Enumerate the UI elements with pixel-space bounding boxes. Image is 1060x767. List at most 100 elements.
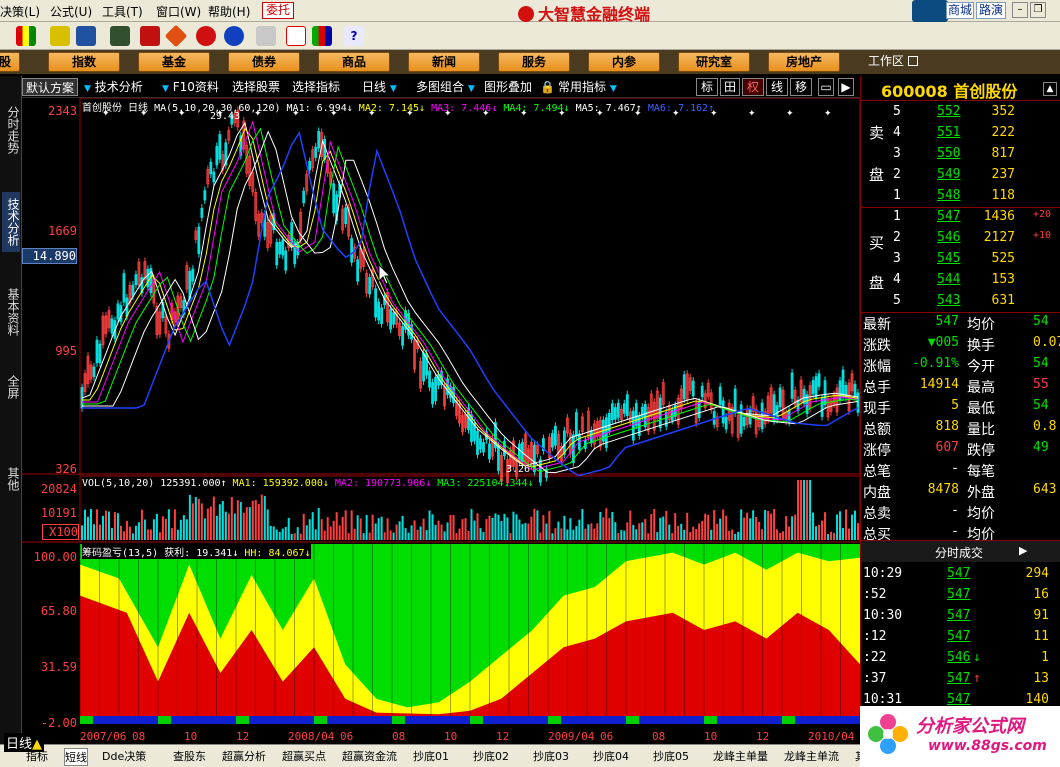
side-tab-timeshare[interactable]: 分时走势 [2,100,20,160]
workarea-label[interactable]: 工作区 [868,52,918,69]
bottom-tab[interactable]: 指标 [26,748,48,764]
weituo-button[interactable]: 委托 [262,2,294,19]
books-icon[interactable] [312,26,332,46]
menu-help[interactable]: 帮助(H) [208,3,250,20]
grid-toggle-button[interactable]: 田 [720,78,740,96]
side-tab-fullscreen[interactable]: 全屏 [2,372,20,402]
ask-row[interactable]: 1 548 118 [861,186,1060,207]
window-icon[interactable] [286,26,306,46]
roadshow-button[interactable]: 路演 [976,2,1006,19]
nav-tab-stocks[interactable]: 股 [0,52,20,72]
select-stock-tab[interactable]: 选择股票 [232,78,280,96]
nav-tab-commodity[interactable]: 商品 [318,52,390,72]
move-button[interactable]: 移 [790,78,812,96]
side-tab-technical[interactable]: 技术分析 [2,192,20,252]
ticks-expand-icon[interactable]: ▶ [1019,544,1027,557]
ask-row[interactable]: 2 549 237 [861,165,1060,186]
bottom-tab[interactable]: 抄底05 [653,748,689,764]
grid-icon[interactable] [110,26,130,46]
nav-tab-service[interactable]: 服务 [498,52,570,72]
mall-button[interactable]: 商城 [946,2,974,19]
volume-bar [635,529,638,540]
diamond-icon[interactable] [164,24,188,48]
print-icon[interactable] [256,26,276,46]
bottom-tab[interactable]: 超赢买点 [282,748,326,764]
side-tab-other[interactable]: 其他 [2,464,20,494]
bottom-tab[interactable]: 抄底04 [593,748,629,764]
bid-row[interactable]: 4 544 153 [861,270,1060,291]
bottom-tab[interactable]: 抄底01 [413,748,449,764]
volume-bar [734,533,737,540]
bid-row[interactable]: 2 546 2127 +10 [861,228,1060,249]
bid-row[interactable]: 1 547 1436 +20 [861,207,1060,228]
f10-tab[interactable]: ▼ F10资料 [162,78,219,96]
chart-area[interactable]: ✦ ✦ ✦ ✦ ✦ ✦ ✦ ✦ ✦ ✦ ✦ ✦ ✦ ✦ ✦ ✦ ✦ ✦ ✦ ✦ 2343 1669 995 326 1… [22,98,860,744]
news-icon[interactable] [140,26,160,46]
menu-window[interactable]: 窗口(W) [156,3,201,20]
bid-row[interactable]: 3 545 525 [861,249,1060,270]
kline-chart[interactable]: ✦ ✦ ✦ ✦ ✦ ✦ ✦ ✦ ✦ ✦ ✦ ✦ ✦ ✦ ✦ ✦ ✦ ✦ ✦ ✦ [22,98,860,744]
bottom-tab[interactable]: 短线 [64,748,88,766]
bottom-tab[interactable]: 抄底03 [533,748,569,764]
bottom-tab[interactable]: 龙峰主单流 [784,748,839,764]
ask-row[interactable]: 3 550 817 [861,144,1060,165]
volume-bar [329,526,332,540]
period-daily-tab[interactable]: 日线 ▼ [362,78,397,96]
pill-icon[interactable] [196,26,216,46]
overlay-tab[interactable]: 图形叠加 [484,78,532,96]
line-button[interactable]: 线 [766,78,788,96]
workarea-close-icon[interactable] [907,56,918,66]
nav-tab-fund[interactable]: 基金 [138,52,210,72]
next-icon[interactable]: ▶ [838,78,854,96]
bottom-tab[interactable]: 查股东 [173,748,206,764]
binoculars-icon[interactable] [76,26,96,46]
volume-bar [578,519,581,540]
bottom-tab[interactable]: 超赢资金流 [342,748,397,764]
clock-icon[interactable] [224,26,244,46]
nav-tab-insider[interactable]: 内参 [588,52,660,72]
quote-icon[interactable] [16,26,36,46]
candle-body [712,411,716,425]
volume-bar [365,514,368,540]
menu-tools[interactable]: 工具(T) [102,3,143,20]
window-toggle-icon[interactable]: ▭ [818,78,834,96]
common-indicators-tab[interactable]: 常用指标 ▼ [558,78,617,96]
volume-bar [449,514,452,540]
bottom-tab[interactable]: 抄底02 [473,748,509,764]
nav-tab-news[interactable]: 新闻 [408,52,480,72]
minimize-icon[interactable]: – [1012,2,1028,18]
bottom-tab[interactable]: 龙峰主单量 [713,748,768,764]
nav-tab-bond[interactable]: 债券 [228,52,300,72]
tick-price: 546 [947,650,971,665]
bottom-tab[interactable]: Dde决策 [102,748,146,764]
select-indicator-tab[interactable]: 选择指标 [292,78,340,96]
candle-body [553,425,557,446]
nav-tab-index[interactable]: 指数 [48,52,120,72]
volume-bar [233,513,236,540]
side-tab-fundamental[interactable]: 基本资料 [2,282,20,342]
scheme-tab[interactable]: 默认方案 [22,78,79,96]
ticks-header[interactable]: 分时成交 ▶ [861,540,1060,562]
lock-icon[interactable]: 🔒 [540,78,555,96]
help-cursor-icon[interactable]: ? [344,26,364,46]
cloud-icon[interactable] [912,0,948,22]
stat-value: 54 [1033,356,1049,371]
menu-formula[interactable]: 公式(U) [50,3,92,20]
bottom-tab[interactable]: 超赢分析 [222,748,266,764]
volume-bar [548,511,551,540]
mark-button[interactable]: 标 [696,78,718,96]
signal-strip-cell [678,716,691,724]
panel-scroll-icon[interactable]: ▲ [1043,82,1057,96]
technical-analysis-tab[interactable]: ▼ 技术分析 [84,78,143,96]
rights-button[interactable]: 权 [742,78,764,96]
bid-row[interactable]: 5 543 631 [861,291,1060,312]
restore-icon[interactable]: ❐ [1030,2,1046,18]
nav-tab-research[interactable]: 研究室 [678,52,750,72]
menu-decision[interactable]: 决策(L) [0,3,40,20]
nav-tab-realestate[interactable]: 房地产 [768,52,840,72]
ask-row[interactable]: 4 551 222 [861,123,1060,144]
chart-icon[interactable] [50,26,70,46]
volume-bar [224,511,227,540]
multi-chart-tab[interactable]: 多图组合 ▼ [416,78,475,96]
ask-row[interactable]: 5 552 352 [861,102,1060,123]
